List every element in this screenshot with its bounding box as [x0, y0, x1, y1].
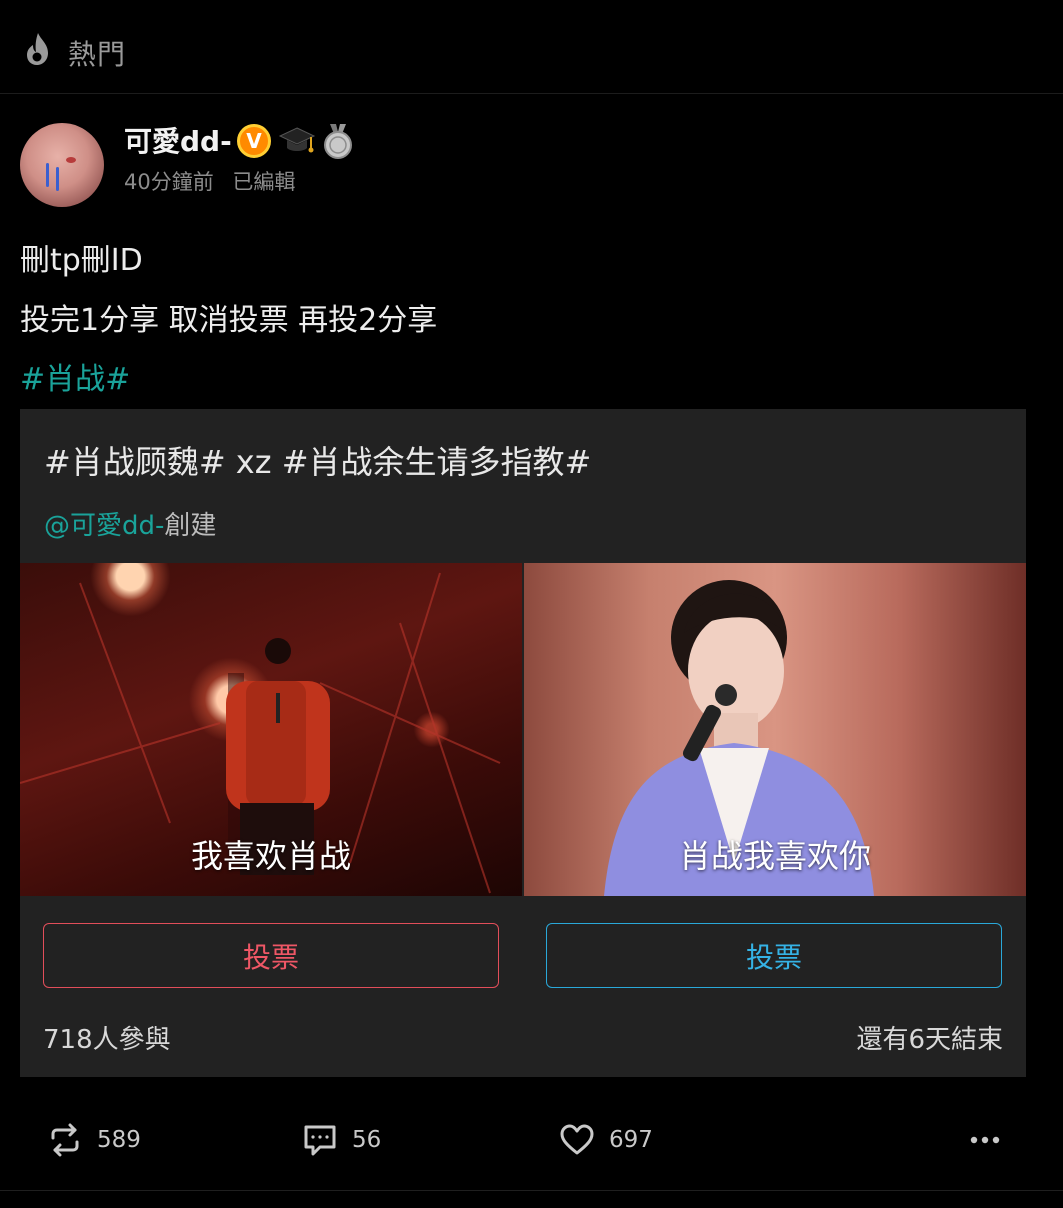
- comment-count: 56: [352, 1127, 382, 1153]
- section-header: 熱門: [0, 0, 1063, 94]
- option-caption-left: 我喜欢肖战: [190, 837, 351, 875]
- vote-option-image-left[interactable]: 我喜欢肖战: [20, 563, 522, 896]
- avatar-decoration: [56, 167, 59, 191]
- graduation-cap-icon: [278, 127, 316, 153]
- vote-button-right[interactable]: 投票: [546, 923, 1002, 988]
- comment-button[interactable]: 56: [302, 1110, 381, 1170]
- vote-time-left: 還有6天結束: [856, 1025, 1003, 1055]
- vote-creator: @可愛dd-創建: [44, 505, 216, 542]
- vote-card: #肖战顾魏# xz #肖战余生请多指教# @可愛dd-創建 我喜欢肖战 肖战我喜…: [20, 409, 1026, 1077]
- divider: [0, 1190, 1063, 1191]
- like-count: 697: [609, 1127, 653, 1153]
- heart-icon: [560, 1124, 594, 1155]
- creator-suffix: 創建: [164, 511, 217, 541]
- post-text-line: 投完1分享 取消投票 再投2分享: [20, 303, 438, 338]
- edited-label: 已編輯: [232, 170, 296, 194]
- more-button[interactable]: [968, 1110, 1004, 1170]
- comment-icon: [304, 1125, 336, 1156]
- like-button[interactable]: 697: [559, 1110, 653, 1170]
- more-icon: [970, 1136, 1000, 1144]
- action-bar: 589 56 697: [0, 1110, 1063, 1170]
- repost-button[interactable]: 589: [47, 1110, 141, 1170]
- creator-mention[interactable]: @可愛dd-: [44, 511, 164, 541]
- avatar[interactable]: [20, 123, 104, 207]
- vote-option-image-right[interactable]: 肖战我喜欢你: [524, 563, 1026, 896]
- avatar-decoration: [46, 163, 49, 187]
- post-meta: 40分鐘前 已編輯: [124, 166, 295, 196]
- avatar-decoration: [66, 157, 76, 163]
- section-title: 熱門: [68, 38, 127, 71]
- medal-icon: [324, 124, 352, 159]
- post-hashtag[interactable]: #肖战#: [20, 354, 130, 398]
- post-time: 40分鐘前: [124, 170, 214, 194]
- repost-icon: [51, 1123, 79, 1157]
- vote-title[interactable]: #肖战顾魏# xz #肖战余生请多指教#: [44, 437, 591, 483]
- vote-button-left[interactable]: 投票: [43, 923, 499, 988]
- verified-badge-icon: V: [237, 124, 271, 158]
- option-caption-right: 肖战我喜欢你: [678, 837, 871, 875]
- repost-count: 589: [97, 1127, 141, 1153]
- flame-icon: [27, 33, 48, 65]
- participants-count: 718人參與: [43, 1025, 171, 1055]
- author-name[interactable]: 可愛dd-: [124, 120, 232, 160]
- post-text-line: 刪tp刪ID: [20, 243, 143, 278]
